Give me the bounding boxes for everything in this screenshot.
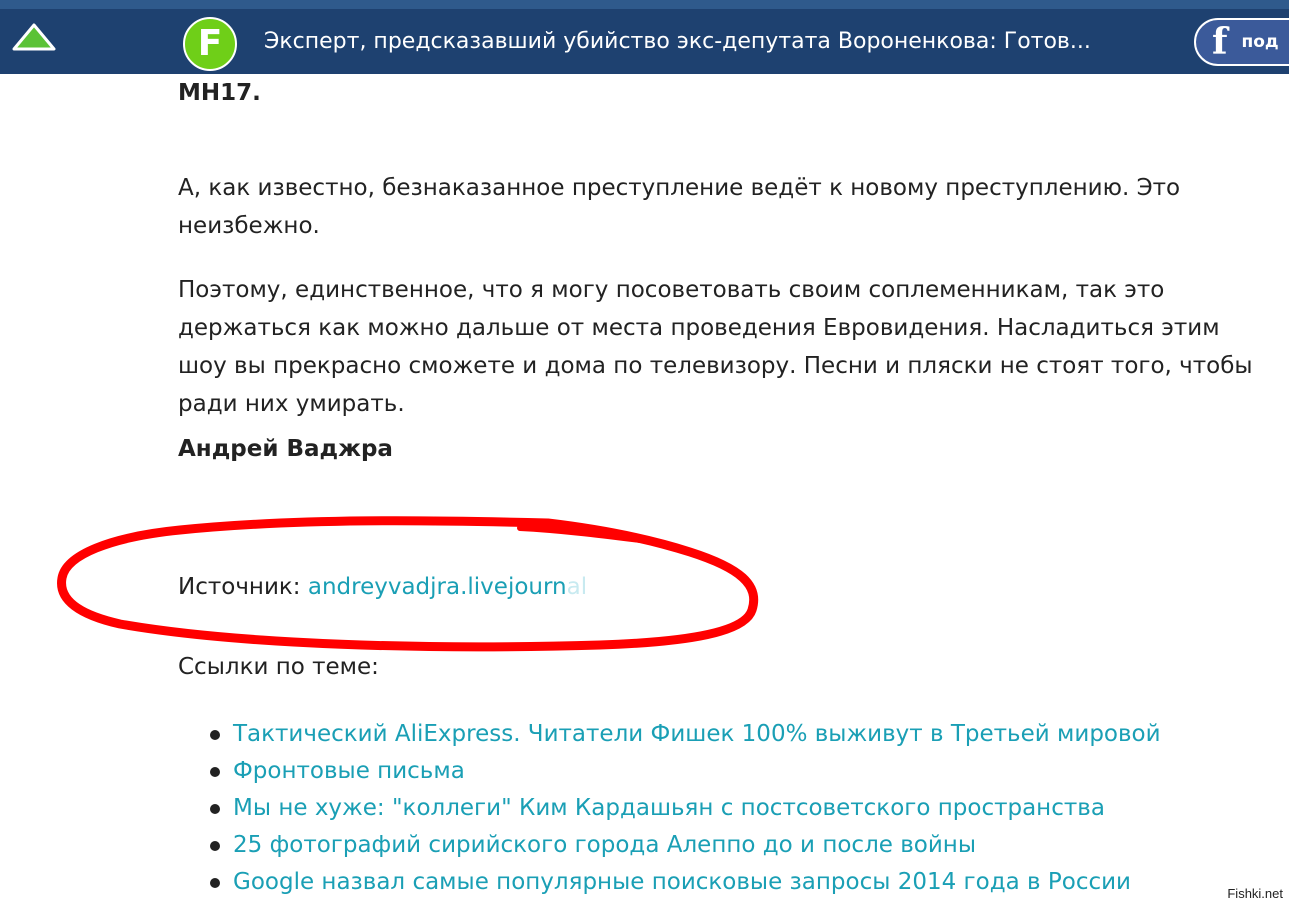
bullet-icon — [210, 730, 220, 740]
list-item: Мы не хуже: "коллеги" Ким Кардашьян с по… — [178, 790, 1161, 827]
related-links-heading: Ссылки по теме: — [178, 654, 379, 680]
bullet-icon — [210, 878, 220, 888]
source-link[interactable]: andreyvadjra.livejournal — [308, 574, 587, 600]
related-link-5[interactable]: Google назвал самые популярные поисковые… — [233, 869, 1131, 895]
site-logo[interactable]: F — [183, 17, 237, 71]
related-link-1[interactable]: Тактический AliExpress. Читатели Фишек 1… — [233, 721, 1161, 747]
facebook-icon: f — [1212, 21, 1228, 63]
logo-letter: F — [197, 23, 223, 64]
source-label: Источник: — [178, 574, 308, 600]
facebook-subscribe-button[interactable]: f под — [1194, 18, 1289, 66]
bullet-icon — [210, 841, 220, 851]
top-bar: F Эксперт, предсказавший убийство экс-де… — [0, 0, 1289, 74]
related-link-4[interactable]: 25 фотографий сирийского города Алеппо д… — [233, 832, 976, 858]
list-item: 25 фотографий сирийского города Алеппо д… — [178, 827, 1161, 864]
source-link-text: andreyvadjra.livejourn — [307, 574, 567, 600]
header-article-title[interactable]: Эксперт, предсказавший убийство экс-депу… — [264, 29, 1091, 54]
watermark: Fishki.net — [1227, 886, 1283, 901]
related-link-3[interactable]: Мы не хуже: "коллеги" Ким Кардашьян с по… — [233, 795, 1105, 821]
list-item: Тактический AliExpress. Читатели Фишек 1… — [178, 716, 1161, 753]
mh17-text: MH17. — [178, 80, 261, 106]
source-link-faded-text: al — [566, 574, 588, 600]
list-item: Google назвал самые популярные поисковые… — [178, 864, 1161, 901]
article-source: Источник: andreyvadjra.livejournal — [178, 574, 587, 600]
article-paragraph-2: Поэтому, единственное, что я могу посове… — [178, 277, 1253, 417]
article-author: Андрей Ваджра — [178, 436, 393, 462]
facebook-button-label: под — [1241, 32, 1279, 52]
scroll-up-icon[interactable] — [10, 21, 58, 55]
related-link-2[interactable]: Фронтовые письма — [233, 758, 465, 784]
bullet-icon — [210, 767, 220, 777]
related-links-list: Тактический AliExpress. Читатели Фишек 1… — [178, 716, 1161, 901]
article-paragraph-1: А, как известно, безнаказанное преступле… — [178, 175, 1181, 239]
list-item: Фронтовые письма — [178, 753, 1161, 790]
bullet-icon — [210, 804, 220, 814]
